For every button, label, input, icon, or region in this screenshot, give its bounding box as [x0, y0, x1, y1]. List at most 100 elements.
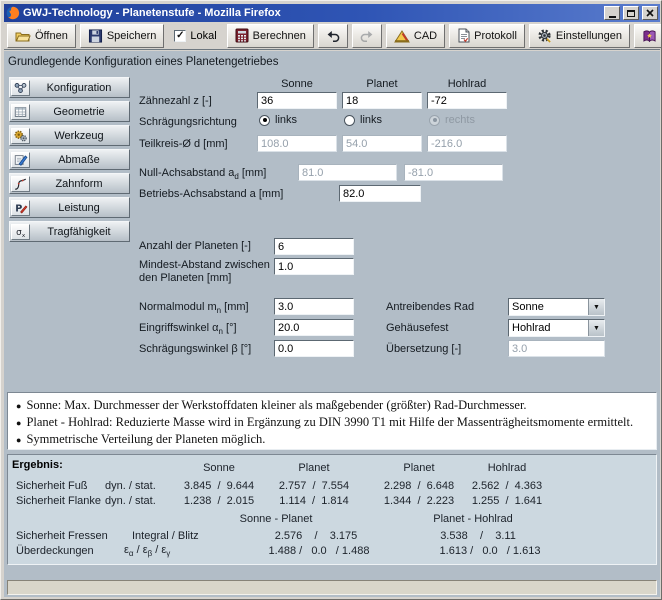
- open-button[interactable]: Öffnen: [7, 24, 76, 48]
- minimize-button[interactable]: [604, 6, 620, 20]
- flank-safety-qualifier: dyn. / stat.: [105, 495, 156, 507]
- helix-radio-hohlrad: rechts: [429, 114, 475, 126]
- scuffing-safety-qualifier: Integral / Blitz: [132, 530, 199, 542]
- overlap-qualifier: εα / εβ / εγ: [124, 544, 170, 558]
- min-distance-label: Mindest-Abstand zwischenden Planeten [mm…: [139, 259, 274, 285]
- helix-direction-label: Schrägungsrichtung: [139, 116, 237, 128]
- sidebar-item-konfiguration[interactable]: Konfiguration: [9, 77, 130, 98]
- planet-count-label: Anzahl der Planeten [-]: [139, 240, 251, 252]
- cad-button[interactable]: CAD: [386, 24, 445, 48]
- cad-button-label: CAD: [414, 30, 437, 42]
- helix-radio-planet[interactable]: links: [344, 114, 382, 126]
- root-safety-value: 2.562 / 4.363: [452, 480, 562, 492]
- module-input[interactable]: [274, 298, 354, 315]
- min-distance-input[interactable]: [274, 258, 354, 275]
- pressure-angle-label: Eingriffswinkel αn [°]: [139, 322, 237, 336]
- protocol-button-label: Protokoll: [474, 30, 517, 42]
- driving-gear-value: Sonne: [509, 299, 588, 315]
- app-window: GWJ-Technology - Planetenstufe - Mozilla…: [0, 0, 662, 600]
- open-folder-icon: [15, 29, 31, 43]
- settings-button-label: Einstellungen: [556, 30, 622, 42]
- sidebar-item-label: Zahnform: [30, 178, 128, 190]
- sigma-icon: σx: [11, 224, 30, 240]
- pitch-diameter-label: Teilkreis-Ø d [mm]: [139, 138, 228, 150]
- planet-count-input[interactable]: [274, 238, 354, 255]
- close-icon: [646, 9, 654, 17]
- flank-safety-value: 1.114 / 1.814: [259, 495, 369, 507]
- window-title: GWJ-Technology - Planetenstufe - Mozilla…: [23, 7, 601, 19]
- maximize-button[interactable]: [623, 6, 639, 20]
- settings-button[interactable]: Einstellungen: [529, 24, 630, 48]
- calculator-icon: [235, 28, 249, 43]
- overlap-value: 1.488 / 0.0 / 1.488: [244, 545, 394, 557]
- helix-angle-input[interactable]: [274, 340, 354, 357]
- root-safety-label: Sicherheit Fuß: [16, 480, 88, 492]
- chevron-down-icon[interactable]: ▼: [588, 299, 604, 315]
- save-button-label: Speichern: [107, 30, 157, 42]
- column-header-planet: Planet: [342, 78, 422, 90]
- sidebar-item-abmasse[interactable]: Abmaße: [9, 149, 130, 170]
- results-box: Ergebnis: Sonne Planet Planet Hohlrad Si…: [7, 454, 657, 565]
- teeth-input-hohlrad[interactable]: [427, 92, 507, 109]
- calculate-button-label: Berechnen: [253, 30, 306, 42]
- teeth-input-sonne[interactable]: [257, 92, 337, 109]
- null-center-distance-label: Null-Achsabstand ad [mm]: [139, 167, 266, 181]
- radio-label: rechts: [445, 114, 475, 126]
- overlap-value: 1.613 / 0.0 / 1.613: [415, 545, 565, 557]
- sidebar-item-label: Konfiguration: [30, 82, 128, 94]
- sidebar-item-leistung[interactable]: P Leistung: [9, 197, 130, 218]
- undo-button[interactable]: [318, 24, 348, 48]
- helix-radio-sonne[interactable]: links: [259, 114, 297, 126]
- sidebar-item-label: Werkzeug: [30, 130, 128, 142]
- null-distance-input-2: [404, 164, 503, 181]
- flank-safety-value: 1.238 / 2.015: [164, 495, 274, 507]
- firefox-icon: [6, 6, 20, 20]
- results-column-planet1: Planet: [259, 462, 369, 474]
- sidebar-item-geometrie[interactable]: Geometrie: [9, 101, 130, 122]
- note-line: ●Symmetrische Verteilung der Planeten mö…: [16, 431, 648, 448]
- sidebar-item-label: Tragfähigkeit: [30, 226, 128, 238]
- notes-box: ●Sonne: Max. Durchmesser der Werkstoffda…: [7, 392, 657, 450]
- teeth-input-planet[interactable]: [342, 92, 422, 109]
- protocol-button[interactable]: Protokoll: [449, 24, 525, 48]
- calculate-button[interactable]: Berechnen: [227, 24, 314, 48]
- undo-icon: [325, 29, 341, 43]
- helix-angle-label: Schrägungswinkel β [°]: [139, 343, 251, 355]
- save-button[interactable]: Speichern: [80, 24, 165, 48]
- fixed-gear-select[interactable]: Hohlrad ▼: [508, 319, 605, 337]
- redo-button: [352, 24, 382, 48]
- open-button-label: Öffnen: [35, 30, 68, 42]
- driving-gear-label: Antreibendes Rad: [386, 301, 474, 313]
- pitch-input-hohlrad: [427, 135, 507, 152]
- redo-icon: [359, 29, 375, 43]
- results-column-hohlrad: Hohlrad: [452, 462, 562, 474]
- svg-text:x: x: [22, 232, 26, 238]
- help-button[interactable]: Hilfe: [634, 24, 662, 48]
- root-safety-qualifier: dyn. / stat.: [105, 480, 156, 492]
- results-column-sonne: Sonne: [164, 462, 274, 474]
- page-title: Grundlegende Konfiguration eines Planete…: [8, 56, 278, 68]
- pressure-angle-input[interactable]: [274, 319, 354, 336]
- gears-icon: [11, 128, 30, 144]
- sidebar-item-werkzeug[interactable]: Werkzeug: [9, 125, 130, 146]
- toolbar: Öffnen Speichern ✓ Lokal: [4, 22, 660, 50]
- operating-distance-input[interactable]: [339, 185, 421, 202]
- chevron-down-icon[interactable]: ▼: [588, 320, 604, 336]
- bullet-icon: ●: [16, 401, 21, 411]
- scuffing-safety-value: 3.538 / 3.11: [403, 530, 553, 542]
- local-checkbox[interactable]: ✓: [174, 30, 186, 42]
- note-line: ●Sonne: Max. Durchmesser der Werkstoffda…: [16, 397, 648, 414]
- status-bar: [7, 580, 657, 595]
- scuffing-safety-label: Sicherheit Fressen: [16, 530, 108, 542]
- flank-safety-value: 1.255 / 1.641: [452, 495, 562, 507]
- driving-gear-select[interactable]: Sonne ▼: [508, 298, 605, 316]
- sidebar-item-zahnform[interactable]: Zahnform: [9, 173, 130, 194]
- close-button[interactable]: [642, 6, 658, 20]
- overlap-label: Überdeckungen: [16, 545, 94, 557]
- local-checkbox-label: Lokal: [190, 30, 216, 42]
- sidebar-item-tragfaehigkeit[interactable]: σx Tragfähigkeit: [9, 221, 130, 242]
- settings-gear-icon: [537, 28, 552, 43]
- flank-safety-label: Sicherheit Flanke: [16, 495, 101, 507]
- pair-column-planet-hohlrad: Planet - Hohlrad: [398, 513, 548, 525]
- ratio-input: [508, 340, 605, 357]
